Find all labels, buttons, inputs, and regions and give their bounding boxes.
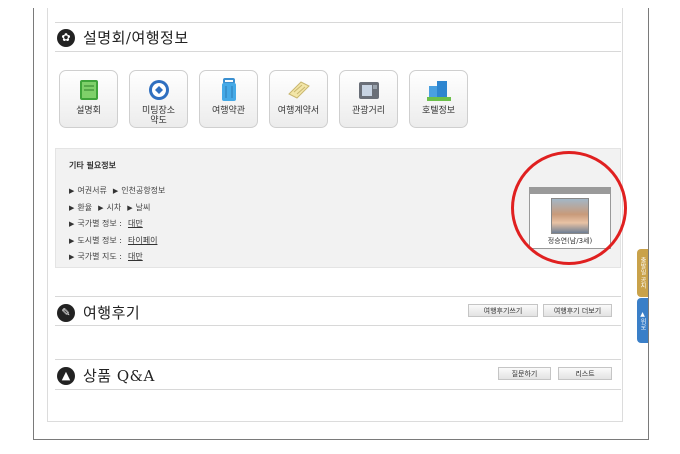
- review-section-top-divider: [55, 296, 621, 297]
- info-tiles: 설명회 미팅장소 약도 여행약관 여행계약서 관광거리 호텔정보: [59, 70, 468, 128]
- extra-info-title: 기타 필요정보: [69, 161, 116, 170]
- review-section-divider: [55, 325, 621, 326]
- review-section-header: ✎ 여행후기: [57, 302, 140, 323]
- scroll-top-label: 위로: [639, 318, 646, 330]
- top-divider: [55, 22, 621, 23]
- tile-meeting-map[interactable]: 미팅장소 약도: [129, 70, 188, 128]
- graduation-cap-icon: ▲: [57, 366, 75, 385]
- tile-meeting-map-label: 미팅장소 약도: [141, 106, 176, 126]
- qa-section-header: ▲ 상품 Q&A: [57, 365, 155, 386]
- tile-briefing-label: 설명회: [76, 106, 101, 116]
- country-map-link[interactable]: 대만: [128, 249, 143, 266]
- link-airport[interactable]: 인천공항정보: [113, 183, 165, 200]
- info-section-title: 설명회/여행정보: [83, 29, 189, 47]
- tile-contract-label: 여행계약서: [277, 106, 320, 116]
- tile-attractions-label: 관광거리: [351, 106, 386, 116]
- city-info-link[interactable]: 타이페이: [128, 233, 157, 250]
- tile-attractions[interactable]: 관광거리: [339, 70, 398, 128]
- ask-question-button[interactable]: 질문하기: [498, 367, 551, 380]
- link-passport[interactable]: 여권서류: [69, 183, 106, 200]
- tile-terms-label: 여행약관: [211, 106, 246, 116]
- camera-icon: [355, 77, 383, 103]
- country-map-label: 국가별 지도 :: [69, 249, 122, 266]
- book-icon: [75, 77, 103, 103]
- document-icon: [285, 77, 313, 103]
- country-info-label: 국가별 정보 :: [69, 216, 122, 233]
- tile-hotel[interactable]: 호텔정보: [409, 70, 468, 128]
- tile-briefing[interactable]: 설명회: [59, 70, 118, 128]
- tile-hotel-label: 호텔정보: [421, 106, 456, 116]
- info-section-header: ✿ 설명회/여행정보: [57, 27, 189, 48]
- luggage-icon: [215, 77, 243, 103]
- map-icon: [145, 77, 173, 103]
- arrow-up-icon: ▲: [640, 311, 645, 318]
- link-timezone[interactable]: 시차: [98, 200, 122, 217]
- qa-section-top-divider: [55, 359, 621, 360]
- qa-section-title: 상품 Q&A: [83, 367, 155, 385]
- city-info-label: 도시별 정보 :: [69, 233, 122, 250]
- review-section-title: 여행후기: [83, 304, 141, 322]
- flower-icon: ✿: [57, 28, 75, 47]
- pen-icon: ✎: [57, 303, 75, 322]
- extra-info-list: 여권서류 인천공항정보 환율 시차 날씨 국가별 정보 : 대만 도시별 정보 …: [69, 183, 165, 266]
- more-reviews-button[interactable]: 여행후기 더보기: [543, 304, 612, 317]
- qa-section-divider: [55, 389, 621, 390]
- qa-list-button[interactable]: 리스트: [558, 367, 612, 380]
- departure-notice-label: 출발일 공지: [639, 257, 646, 289]
- country-info-link[interactable]: 대만: [128, 216, 143, 233]
- tile-terms[interactable]: 여행약관: [199, 70, 258, 128]
- write-review-button[interactable]: 여행후기쓰기: [468, 304, 538, 317]
- departure-notice-tab[interactable]: 출발일 공지: [637, 249, 648, 297]
- tile-contract[interactable]: 여행계약서: [269, 70, 328, 128]
- link-exchange[interactable]: 환율: [69, 200, 92, 217]
- highlight-circle: [511, 151, 627, 265]
- scroll-top-tab[interactable]: ▲ 위로: [637, 298, 648, 343]
- link-weather[interactable]: 날씨: [127, 200, 151, 217]
- hotel-icon: [425, 77, 453, 103]
- info-section-divider: [55, 51, 621, 52]
